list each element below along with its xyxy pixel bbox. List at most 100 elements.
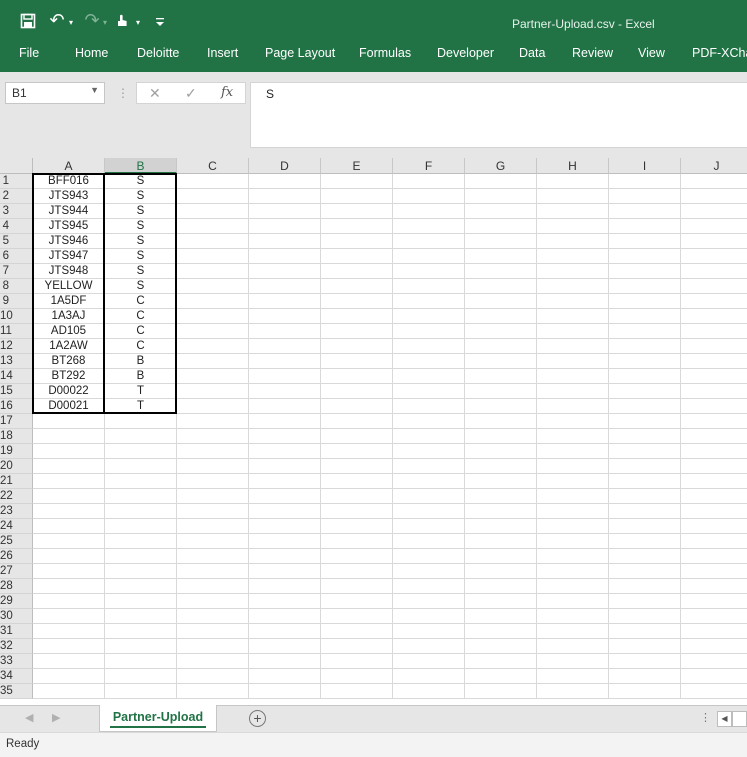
cell-g33[interactable] bbox=[465, 654, 537, 669]
formula-input[interactable]: S bbox=[250, 82, 747, 148]
cell-c2[interactable] bbox=[177, 189, 249, 204]
save-icon[interactable] bbox=[19, 9, 37, 33]
cell-e1[interactable] bbox=[321, 174, 393, 189]
cell-a15[interactable]: D00022 bbox=[33, 384, 105, 399]
cancel-icon[interactable]: ✕ bbox=[149, 85, 161, 102]
column-header-j[interactable]: J bbox=[681, 158, 747, 174]
cell-b15[interactable]: T bbox=[105, 384, 177, 399]
cell-i33[interactable] bbox=[609, 654, 681, 669]
cell-e19[interactable] bbox=[321, 444, 393, 459]
cell-e29[interactable] bbox=[321, 594, 393, 609]
name-box-dropdown-icon[interactable]: ▼ bbox=[90, 85, 99, 95]
cell-f21[interactable] bbox=[393, 474, 465, 489]
tab-page-layout[interactable]: Page Layout bbox=[265, 46, 335, 60]
cell-d8[interactable] bbox=[249, 279, 321, 294]
cell-b9[interactable]: C bbox=[105, 294, 177, 309]
cell-f29[interactable] bbox=[393, 594, 465, 609]
cell-b13[interactable]: B bbox=[105, 354, 177, 369]
cell-j11[interactable] bbox=[681, 324, 747, 339]
row-header[interactable]: 16 bbox=[0, 399, 33, 414]
cell-i17[interactable] bbox=[609, 414, 681, 429]
cell-g6[interactable] bbox=[465, 249, 537, 264]
cell-j20[interactable] bbox=[681, 459, 747, 474]
cell-a26[interactable] bbox=[33, 549, 105, 564]
sheet-nav-prev-icon[interactable]: ◀ bbox=[25, 711, 33, 724]
cell-d6[interactable] bbox=[249, 249, 321, 264]
row-header[interactable]: 18 bbox=[0, 429, 33, 444]
cell-g23[interactable] bbox=[465, 504, 537, 519]
cell-b1[interactable]: S bbox=[105, 174, 177, 189]
cell-d13[interactable] bbox=[249, 354, 321, 369]
cell-a30[interactable] bbox=[33, 609, 105, 624]
cell-b31[interactable] bbox=[105, 624, 177, 639]
cell-e6[interactable] bbox=[321, 249, 393, 264]
row-header[interactable]: 12 bbox=[0, 339, 33, 354]
cell-e25[interactable] bbox=[321, 534, 393, 549]
cell-a14[interactable]: BT292 bbox=[33, 369, 105, 384]
cell-g3[interactable] bbox=[465, 204, 537, 219]
cell-g24[interactable] bbox=[465, 519, 537, 534]
cell-j18[interactable] bbox=[681, 429, 747, 444]
cell-h29[interactable] bbox=[537, 594, 609, 609]
cell-g30[interactable] bbox=[465, 609, 537, 624]
cell-a32[interactable] bbox=[33, 639, 105, 654]
row-header[interactable]: 30 bbox=[0, 609, 33, 624]
cell-j28[interactable] bbox=[681, 579, 747, 594]
column-header-a[interactable]: A bbox=[33, 158, 105, 174]
cell-b35[interactable] bbox=[105, 684, 177, 699]
cell-a24[interactable] bbox=[33, 519, 105, 534]
cell-f7[interactable] bbox=[393, 264, 465, 279]
cell-f16[interactable] bbox=[393, 399, 465, 414]
cell-j29[interactable] bbox=[681, 594, 747, 609]
cell-j33[interactable] bbox=[681, 654, 747, 669]
cell-b34[interactable] bbox=[105, 669, 177, 684]
cell-d21[interactable] bbox=[249, 474, 321, 489]
cell-d16[interactable] bbox=[249, 399, 321, 414]
cell-a10[interactable]: 1A3AJ bbox=[33, 309, 105, 324]
cell-i20[interactable] bbox=[609, 459, 681, 474]
cell-g31[interactable] bbox=[465, 624, 537, 639]
cell-g9[interactable] bbox=[465, 294, 537, 309]
cell-b20[interactable] bbox=[105, 459, 177, 474]
cell-i14[interactable] bbox=[609, 369, 681, 384]
cell-g29[interactable] bbox=[465, 594, 537, 609]
row-header[interactable]: 9 bbox=[0, 294, 33, 309]
column-header-g[interactable]: G bbox=[465, 158, 537, 174]
cell-j5[interactable] bbox=[681, 234, 747, 249]
cell-g22[interactable] bbox=[465, 489, 537, 504]
row-header[interactable]: 27 bbox=[0, 564, 33, 579]
cell-i5[interactable] bbox=[609, 234, 681, 249]
cell-f3[interactable] bbox=[393, 204, 465, 219]
cell-b11[interactable]: C bbox=[105, 324, 177, 339]
cell-a27[interactable] bbox=[33, 564, 105, 579]
row-header[interactable]: 23 bbox=[0, 504, 33, 519]
cell-c35[interactable] bbox=[177, 684, 249, 699]
cell-j2[interactable] bbox=[681, 189, 747, 204]
cell-a6[interactable]: JTS947 bbox=[33, 249, 105, 264]
row-header[interactable]: 5 bbox=[0, 234, 33, 249]
row-header[interactable]: 14 bbox=[0, 369, 33, 384]
cell-h19[interactable] bbox=[537, 444, 609, 459]
cell-d34[interactable] bbox=[249, 669, 321, 684]
tab-developer[interactable]: Developer bbox=[437, 46, 494, 60]
cell-e12[interactable] bbox=[321, 339, 393, 354]
cell-i29[interactable] bbox=[609, 594, 681, 609]
cell-c6[interactable] bbox=[177, 249, 249, 264]
cell-g35[interactable] bbox=[465, 684, 537, 699]
cell-i4[interactable] bbox=[609, 219, 681, 234]
cell-h23[interactable] bbox=[537, 504, 609, 519]
cell-h21[interactable] bbox=[537, 474, 609, 489]
enter-icon[interactable]: ✓ bbox=[185, 85, 197, 102]
cell-b2[interactable]: S bbox=[105, 189, 177, 204]
cell-i35[interactable] bbox=[609, 684, 681, 699]
cell-a3[interactable]: JTS944 bbox=[33, 204, 105, 219]
row-header[interactable]: 13 bbox=[0, 354, 33, 369]
cell-g1[interactable] bbox=[465, 174, 537, 189]
tab-view[interactable]: View bbox=[638, 46, 665, 60]
cell-f30[interactable] bbox=[393, 609, 465, 624]
cell-i24[interactable] bbox=[609, 519, 681, 534]
cell-j22[interactable] bbox=[681, 489, 747, 504]
cell-d11[interactable] bbox=[249, 324, 321, 339]
cell-a4[interactable]: JTS945 bbox=[33, 219, 105, 234]
cell-d30[interactable] bbox=[249, 609, 321, 624]
